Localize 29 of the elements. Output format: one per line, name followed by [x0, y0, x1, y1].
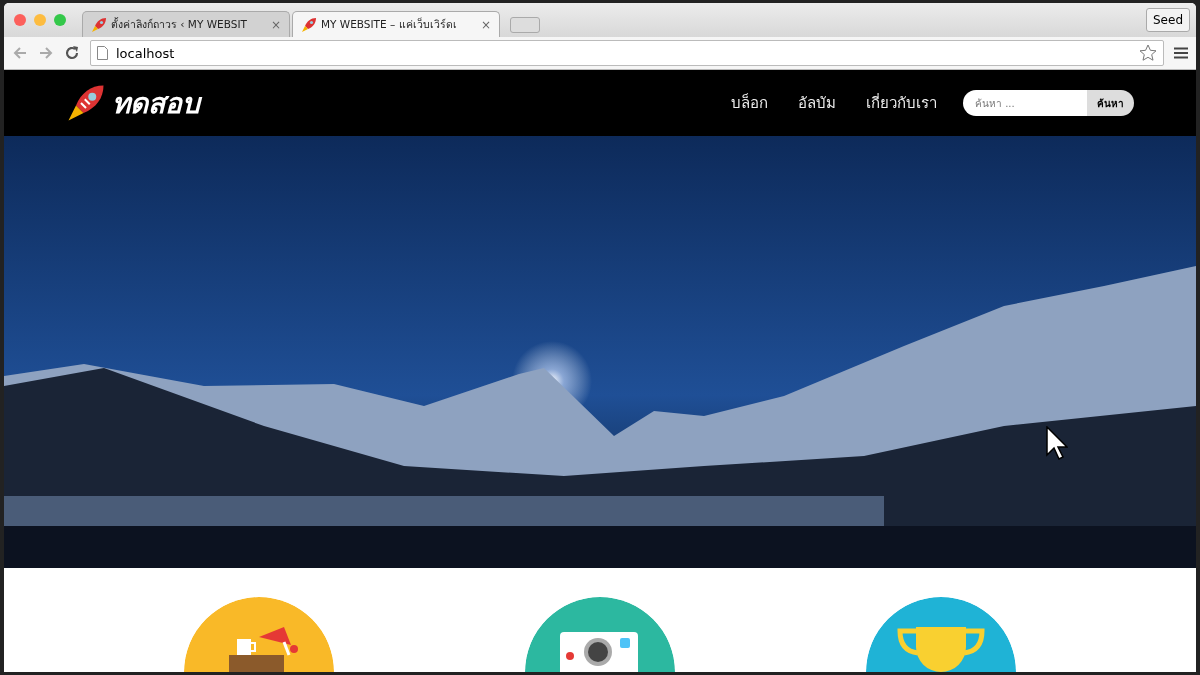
trophy-icon [899, 627, 982, 672]
close-window-button[interactable] [14, 14, 26, 26]
desk-lamp-icon [229, 627, 299, 672]
search-button[interactable]: ค้นหา [1087, 90, 1134, 116]
search-field[interactable]: ค้นหา ... [963, 90, 1087, 116]
new-tab-button[interactable] [510, 17, 540, 33]
reload-icon[interactable] [64, 45, 80, 61]
browser-tab[interactable]: ตั้งค่าลิงก์ถาวร ‹ MY WEBSIT × [82, 11, 290, 37]
page-icon [97, 46, 108, 60]
rocket-icon [91, 16, 107, 33]
star-icon[interactable] [1139, 44, 1157, 62]
cursor-icon [1046, 426, 1068, 460]
profile-button[interactable]: Seed [1146, 8, 1190, 32]
nav-link[interactable]: เกี่ยวกับเรา [866, 91, 937, 115]
close-tab-button[interactable]: × [480, 17, 491, 32]
nav-link[interactable]: อัลบัม [798, 91, 836, 115]
menu-icon[interactable] [1174, 47, 1188, 59]
address-bar[interactable]: localhost [90, 40, 1164, 66]
rocket-icon [66, 83, 106, 123]
rocket-icon [301, 16, 317, 33]
forward-icon[interactable] [38, 45, 54, 61]
back-icon[interactable] [12, 45, 28, 61]
minimize-window-button[interactable] [34, 14, 46, 26]
nav-link[interactable]: บล็อก [731, 91, 768, 115]
close-tab-button[interactable]: × [270, 17, 281, 32]
browser-tab[interactable]: MY WEBSITE – แค่เว็บเวิร์ดเ × [292, 11, 500, 37]
camera-icon [560, 632, 638, 672]
zoom-window-button[interactable] [54, 14, 66, 26]
site-logo[interactable]: ทดสอบ [112, 81, 200, 125]
